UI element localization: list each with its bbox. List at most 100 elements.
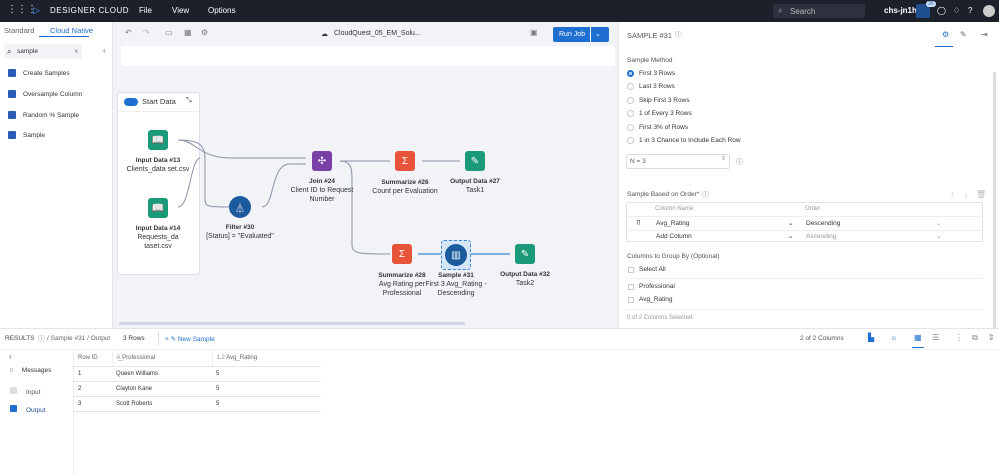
column-select[interactable]: Avg_Rating (656, 220, 690, 227)
results-label: RESULTS (5, 335, 35, 342)
new-sample-button[interactable]: + ✎ New Sample (165, 335, 215, 343)
nav-label: Input (26, 389, 41, 396)
radio-label: Skip First 3 Rows (639, 97, 690, 104)
table-row: 2 Clayton Kane 5 (74, 381, 321, 397)
radio-last-rows[interactable]: Last 3 Rows (627, 83, 675, 90)
cell: Clayton Kane (112, 381, 212, 397)
filter-icon[interactable]: ⏃ (229, 196, 251, 218)
cell: Queen Williams (112, 366, 212, 382)
collapse-panel-icon[interactable]: ⇥ (981, 30, 988, 39)
node-label: Summarize #26 Count per Evaluation (372, 179, 438, 195)
order-label: Sample Based on Order* (627, 191, 700, 198)
node-label: Input Data #13 Clients_data set.csv (126, 157, 190, 173)
output-data-icon[interactable]: ✎ (465, 151, 485, 171)
results-breadcrumb: / Sample #31 / Output (47, 335, 111, 342)
header-avg-rating[interactable]: 1.2 Avg_Rating (211, 351, 321, 367)
popout-icon[interactable]: ⧉ (972, 333, 978, 343)
expand-icon[interactable]: ⇕ (988, 333, 995, 342)
header-professional[interactable]: A͟ Professional (111, 351, 212, 367)
n-input[interactable]: N = 3 ⇕ (626, 154, 730, 169)
checkbox-professional[interactable]: Professional (628, 283, 675, 290)
stepper-icon[interactable]: ⇕ (721, 155, 726, 162)
cell: 1 (74, 366, 112, 382)
output-icon (10, 405, 17, 412)
radio-label: First 3% of Rows (639, 124, 689, 131)
profile-icon[interactable]: ▙ (868, 333, 874, 342)
group-label: Columns to Group By (Optional) (627, 253, 720, 260)
order-select[interactable]: Ascending (806, 233, 836, 240)
node-label: Filter #30 [Status] = "Evaluated" (206, 224, 274, 240)
drag-handle-icon[interactable]: ⠿ (636, 219, 641, 227)
cell: 5 (212, 366, 321, 382)
header-label: Avg_Rating (226, 355, 258, 362)
grid-view-icon[interactable]: ▦ (914, 333, 922, 342)
order-select[interactable]: Descending (806, 220, 840, 227)
annotation-icon[interactable]: ✎ (960, 30, 967, 39)
columns-selector[interactable]: 2 of 2 Columns (800, 335, 844, 342)
radio-one-of-every[interactable]: 1 of Every 3 Rows (627, 110, 692, 117)
chevron-down-icon[interactable]: ⌄ (788, 219, 793, 227)
cell: 3 (74, 396, 112, 412)
header-label: Professional (122, 355, 156, 362)
nav-messages[interactable]: 0 Messages (10, 367, 51, 374)
input-icon (10, 387, 17, 394)
checkbox-avg-rating[interactable]: Avg_Rating (628, 296, 673, 303)
list-view-icon[interactable]: ☰ (932, 333, 939, 342)
input-data-icon[interactable]: 📖 (148, 198, 168, 218)
checkbox-select-all[interactable]: Select All (628, 266, 666, 273)
sample-icon[interactable]: ▥ (445, 244, 467, 266)
radio-label: 1 in 3 Chance to Include Each Row (639, 137, 741, 144)
panel-title: SAMPLE #31 (627, 31, 673, 40)
table-row: 1 Queen Williams 5 (74, 366, 321, 382)
join-icon[interactable]: ✣ (312, 151, 332, 171)
radio-first-percent[interactable]: First 3% of Rows (627, 124, 688, 131)
input-data-icon[interactable]: 📖 (148, 130, 168, 150)
messages-count: 0 (10, 368, 13, 374)
method-label: Sample Method (627, 57, 673, 64)
node-label: Output Data #32 Task2 (500, 271, 550, 287)
cell: 2 (74, 381, 112, 397)
info-icon[interactable]: ⓘ (702, 190, 709, 200)
table-row: 3 Scott Roberts 5 (74, 396, 321, 412)
chevron-down-icon[interactable]: ⌄ (936, 232, 941, 240)
results-panel: RESULTS ⓘ / Sample #31 / Output 3 Rows +… (0, 328, 999, 475)
order-header: Order (805, 206, 821, 212)
canvas-scrollbar[interactable] (119, 322, 465, 325)
move-up-icon[interactable]: ↑ (950, 190, 954, 199)
more-icon[interactable]: ⋮ (955, 333, 963, 342)
chevron-down-icon[interactable]: ⌄ (936, 219, 941, 227)
summarize-icon[interactable]: Σ (392, 244, 412, 264)
radio-first-rows[interactable]: First 3 Rows (627, 70, 675, 77)
delete-icon[interactable]: 🗑 (976, 190, 986, 199)
order-table: Column Name Order ⠿ Avg_Rating ⌄ Descend… (626, 202, 983, 242)
cell: 5 (212, 381, 321, 397)
checkbox-label: Select All (639, 266, 666, 273)
selected-count: 0 of 2 Columns Selected (627, 315, 693, 321)
rows-count: 3 Rows (123, 335, 145, 342)
header-row-id[interactable]: Row ID (74, 351, 112, 367)
new-sample-label: New Sample (177, 336, 215, 343)
panel-scrollbar[interactable] (993, 72, 996, 347)
radio-skip-first[interactable]: Skip First 3 Rows (627, 97, 690, 104)
radio-label: Last 3 Rows (639, 83, 675, 90)
move-down-icon[interactable]: ↓ (964, 190, 968, 199)
info-icon[interactable]: ⓘ (38, 334, 45, 344)
radio-chance[interactable]: 1 in 3 Chance to Include Each Row (627, 137, 741, 144)
config-panel: SAMPLE #31 ⓘ ⚙ ✎ ⇥ Sample Method First 3… (618, 22, 999, 347)
column-header: Column Name (655, 206, 694, 212)
add-column-select[interactable]: Add Column (656, 233, 692, 240)
info-icon[interactable]: ⓘ (675, 30, 682, 40)
cell: 5 (212, 396, 321, 412)
collapse-nav-icon[interactable]: ‹ (9, 352, 12, 361)
nav-input[interactable]: Input (10, 387, 40, 396)
gear-icon[interactable]: ⚙ (942, 30, 949, 39)
node-label: Sample #31 First 3 Avg_Rating - Descendin… (425, 272, 487, 297)
checkbox-label: Avg_Rating (639, 296, 673, 303)
nav-output[interactable]: Output (10, 405, 46, 414)
chevron-down-icon[interactable]: ⌄ (788, 232, 793, 240)
summarize-icon[interactable]: Σ (395, 151, 415, 171)
output-data-icon[interactable]: ✎ (515, 244, 535, 264)
insight-icon[interactable]: ☼ (890, 333, 897, 342)
nav-label: Messages (21, 367, 52, 374)
info-icon[interactable]: ⓘ (736, 157, 743, 167)
